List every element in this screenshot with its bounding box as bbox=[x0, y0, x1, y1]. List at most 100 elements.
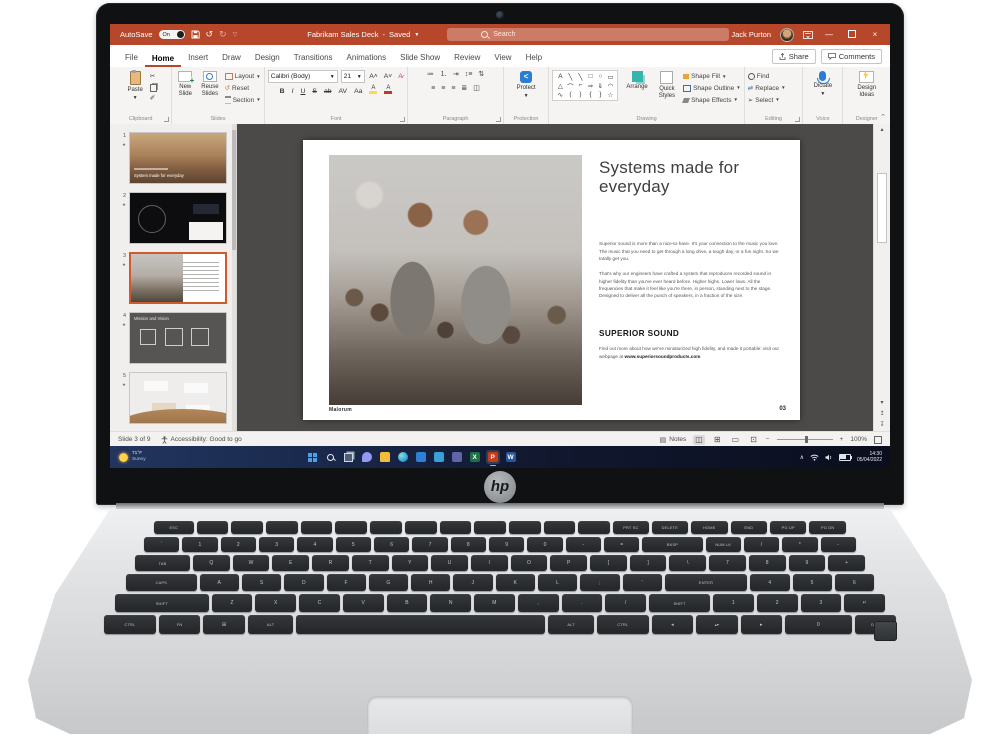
slide-thumbnail-1[interactable]: System made for everyday bbox=[129, 132, 227, 184]
tab-review[interactable]: Review bbox=[447, 49, 487, 67]
font-button-i[interactable]: I bbox=[290, 88, 295, 95]
slide-photo-concert-crowd[interactable] bbox=[329, 155, 582, 405]
copy-button[interactable] bbox=[149, 83, 157, 92]
slide-thumbnail-2[interactable] bbox=[129, 192, 227, 244]
document-title[interactable]: Fabrikam Sales Deck - Saved ▼ bbox=[307, 30, 419, 39]
scrollbar-thumb[interactable] bbox=[877, 173, 887, 243]
autosave-toggle[interactable]: On bbox=[158, 30, 185, 39]
reuse-slides-button[interactable]: Reuse Slides bbox=[198, 70, 221, 105]
slide-paragraph-1[interactable]: Superior sound is more than a nice-to-ha… bbox=[599, 240, 780, 262]
font-button-u[interactable]: U bbox=[299, 88, 307, 95]
taskbar-icon-start[interactable] bbox=[306, 450, 320, 464]
taskbar-icon-task-view[interactable] bbox=[342, 450, 356, 464]
shape-outline-button[interactable]: Shape Outline ▼ bbox=[683, 84, 741, 94]
select-button[interactable]: ➢ Select ▼ bbox=[748, 96, 786, 106]
shape-glyph-11[interactable]: ◠ bbox=[605, 81, 615, 90]
touch-mode-icon[interactable]: ▽ bbox=[233, 32, 238, 38]
shape-glyph-15[interactable]: { bbox=[585, 90, 595, 99]
tray-chevron-icon[interactable]: ∧ bbox=[800, 454, 804, 461]
align-right-icon[interactable]: ≡ bbox=[451, 84, 455, 95]
shape-glyph-3[interactable]: □ bbox=[585, 72, 595, 81]
shape-glyph-9[interactable]: ⇒ bbox=[585, 81, 595, 90]
normal-view-button[interactable]: ◫ bbox=[693, 434, 705, 445]
reading-view-button[interactable]: ▭ bbox=[730, 435, 742, 445]
columns-icon[interactable]: ◫ bbox=[473, 84, 480, 95]
clock[interactable]: 14:30 05/04/2022 bbox=[857, 451, 882, 464]
taskbar-icon-chat[interactable] bbox=[360, 450, 374, 464]
quick-styles-button[interactable]: Quick Styles bbox=[656, 70, 678, 101]
save-icon[interactable] bbox=[191, 30, 200, 39]
dictate-button[interactable]: Dictate ▼ bbox=[811, 70, 836, 99]
slide-subheading[interactable]: SUPERIOR SOUND bbox=[599, 329, 780, 338]
font-button-s[interactable]: S bbox=[311, 88, 319, 95]
slide-counter[interactable]: Slide 3 of 9 bbox=[118, 436, 151, 443]
font-button-av[interactable]: AV bbox=[337, 88, 349, 95]
shape-fill-button[interactable]: Shape Fill ▼ bbox=[683, 72, 741, 82]
font-family-select[interactable]: Calibri (Body) ▼ bbox=[267, 70, 338, 83]
minimize-button[interactable]: — bbox=[822, 30, 836, 39]
paste-button[interactable]: Paste ▼ bbox=[124, 70, 145, 104]
shape-glyph-2[interactable]: ╲ bbox=[575, 72, 585, 81]
shape-glyph-0[interactable]: A bbox=[555, 72, 565, 81]
replace-button[interactable]: ⇄ Replace ▼ bbox=[748, 84, 786, 94]
tab-animations[interactable]: Animations bbox=[340, 49, 394, 67]
tab-slide-show[interactable]: Slide Show bbox=[393, 49, 447, 67]
shape-glyph-13[interactable]: ( bbox=[565, 90, 575, 99]
shape-effects-button[interactable]: Shape Effects ▼ bbox=[682, 96, 741, 106]
paragraph-dialog-launcher[interactable] bbox=[495, 117, 501, 122]
search-box[interactable]: Search bbox=[447, 28, 730, 41]
arrange-button[interactable]: Arrange bbox=[623, 70, 650, 92]
section-button[interactable]: Section ▼ bbox=[224, 96, 261, 106]
slide-thumbnail-3[interactable] bbox=[129, 252, 227, 304]
cut-button[interactable]: ✂ bbox=[150, 72, 157, 82]
slideshow-button[interactable]: ⊡ bbox=[748, 435, 759, 445]
slide-paragraph-2[interactable]: That's why our engineers have crafted a … bbox=[599, 270, 780, 299]
increase-font-icon[interactable]: A˄ bbox=[368, 73, 380, 80]
shape-glyph-12[interactable]: ∿ bbox=[555, 90, 565, 99]
shape-glyph-7[interactable]: ⌒ bbox=[565, 81, 575, 91]
layout-button[interactable]: Layout ▼ bbox=[224, 72, 261, 82]
vertical-scrollbar[interactable]: ▴ ▾ ↥ ↧ bbox=[873, 124, 890, 431]
tab-draw[interactable]: Draw bbox=[215, 49, 248, 67]
shape-glyph-6[interactable]: △ bbox=[555, 81, 565, 90]
taskbar-icon-teams[interactable] bbox=[450, 450, 464, 464]
speaker-icon[interactable] bbox=[825, 454, 833, 461]
clear-formatting-icon[interactable]: A̷ bbox=[397, 73, 405, 80]
font-dialog-launcher[interactable] bbox=[400, 117, 406, 122]
zoom-slider[interactable] bbox=[776, 436, 833, 443]
scroll-down-icon[interactable]: ▾ bbox=[880, 399, 883, 406]
fit-slide-icon[interactable] bbox=[874, 435, 882, 444]
zoom-out-icon[interactable]: − bbox=[766, 436, 770, 443]
tab-view[interactable]: View bbox=[487, 49, 518, 67]
taskbar-icon-search[interactable] bbox=[324, 450, 338, 464]
highlight-color-button[interactable]: A bbox=[368, 85, 379, 97]
shape-glyph-4[interactable]: ○ bbox=[595, 72, 605, 81]
align-center-icon[interactable]: ≡ bbox=[441, 84, 445, 95]
reset-button[interactable]: ↺ Reset bbox=[225, 84, 261, 94]
notes-button[interactable]: ▤ Notes bbox=[660, 436, 687, 444]
design-ideas-button[interactable]: Design Ideas bbox=[846, 70, 887, 100]
tab-insert[interactable]: Insert bbox=[181, 49, 215, 67]
shape-glyph-16[interactable]: } bbox=[595, 90, 605, 99]
justify-icon[interactable]: ≣ bbox=[461, 84, 467, 95]
bullets-icon[interactable]: ≔ bbox=[427, 70, 434, 81]
taskbar-icon-powerpoint[interactable]: P bbox=[485, 450, 500, 466]
user-name[interactable]: Jack Purton bbox=[731, 30, 771, 39]
close-button[interactable]: × bbox=[868, 30, 882, 39]
shape-glyph-8[interactable]: ⌐ bbox=[575, 81, 585, 90]
slide-thumbnail-5[interactable] bbox=[129, 372, 227, 424]
decrease-font-icon[interactable]: A˅ bbox=[382, 73, 394, 80]
thumbnail-scrollbar[interactable] bbox=[232, 124, 236, 431]
new-slide-button[interactable]: New Slide bbox=[175, 70, 195, 105]
slide-thumbnail-4[interactable]: Mission and Vision bbox=[129, 312, 227, 364]
indent-icon[interactable]: ⇥ bbox=[453, 70, 459, 81]
taskbar-icon-store[interactable] bbox=[414, 450, 428, 464]
comments-button[interactable]: Comments bbox=[820, 49, 882, 64]
share-button[interactable]: Share bbox=[771, 49, 816, 64]
clipboard-dialog-launcher[interactable] bbox=[164, 117, 170, 122]
taskbar-icon-word[interactable]: W bbox=[504, 450, 518, 464]
restore-button[interactable] bbox=[845, 29, 859, 40]
taskbar-icon-outlook[interactable] bbox=[432, 450, 446, 464]
undo-icon[interactable]: ↺ bbox=[206, 30, 214, 39]
font-button-ab[interactable]: ab bbox=[322, 88, 333, 95]
